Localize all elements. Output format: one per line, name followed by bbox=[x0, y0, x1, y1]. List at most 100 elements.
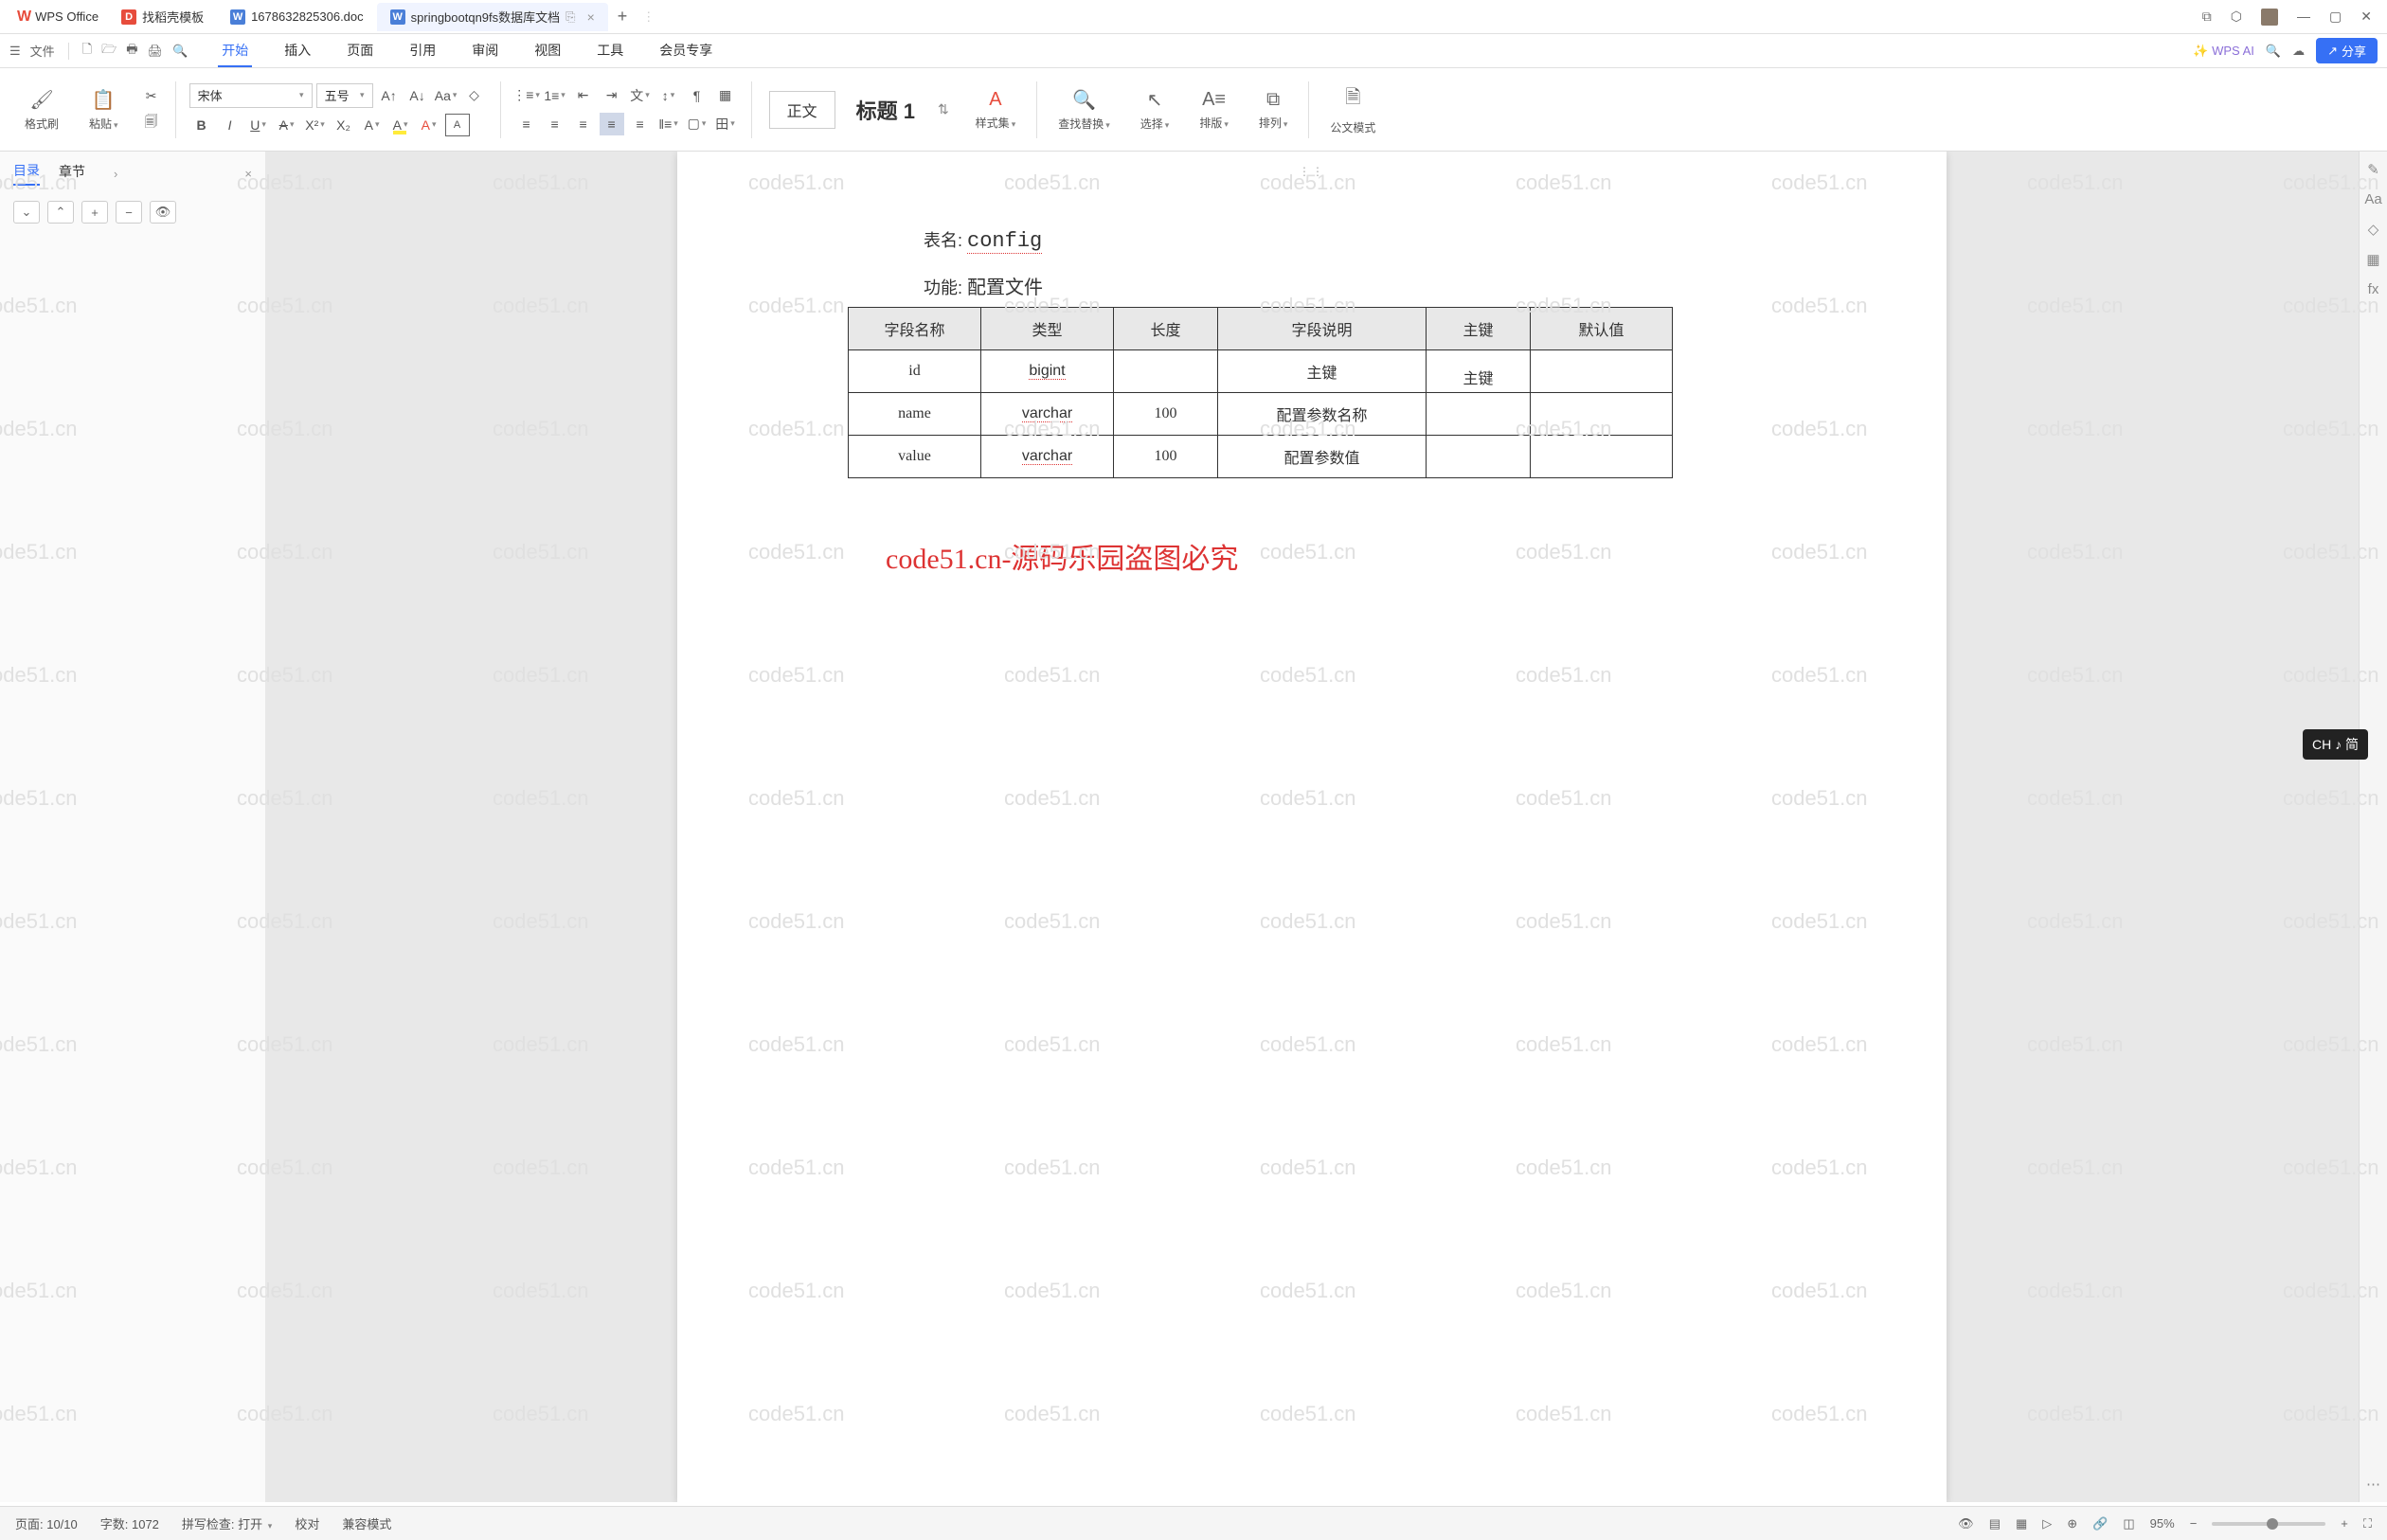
play-icon[interactable]: ▷ bbox=[2042, 1516, 2052, 1531]
minimize-button[interactable]: — bbox=[2297, 9, 2310, 26]
tab-reference[interactable]: 引用 bbox=[405, 35, 440, 67]
pencil-icon[interactable]: ✎ bbox=[2367, 161, 2379, 178]
proof-status[interactable]: 校对 bbox=[295, 1514, 319, 1532]
collapse-icon[interactable]: ⌄ bbox=[13, 201, 40, 224]
close-button[interactable]: ✕ bbox=[2360, 9, 2372, 26]
highlight-button[interactable]: A▾ bbox=[388, 114, 413, 136]
maximize-button[interactable]: ▢ bbox=[2329, 9, 2342, 26]
print-icon[interactable]: 🖨 bbox=[148, 44, 164, 59]
share-button[interactable]: ↗ 分享 bbox=[2316, 38, 2378, 63]
page-status[interactable]: 页面: 10/10 bbox=[15, 1514, 78, 1532]
align-distribute-button[interactable]: ≡ bbox=[628, 113, 653, 135]
style-heading1[interactable]: 标题 1 bbox=[845, 91, 926, 129]
link-icon[interactable]: 🔗 bbox=[2092, 1516, 2108, 1531]
drag-handle-icon[interactable]: ⋮⋮ bbox=[1299, 165, 1325, 178]
style-body[interactable]: 正文 bbox=[769, 91, 835, 129]
font-size-select[interactable]: 五号▾ bbox=[316, 83, 373, 108]
para-mark-button[interactable]: ¶ bbox=[685, 84, 709, 107]
tab-doc1[interactable]: W 1678632825306.doc bbox=[217, 3, 377, 31]
tab-vip[interactable]: 会员专享 bbox=[655, 35, 716, 67]
subscript-button[interactable]: X₂ bbox=[332, 114, 356, 136]
file-menu[interactable]: 文件 bbox=[30, 42, 55, 60]
fullscreen-icon[interactable]: ⛶ bbox=[2363, 1516, 2372, 1531]
tab-page[interactable]: 页面 bbox=[343, 35, 377, 67]
word-count[interactable]: 字数: 1072 bbox=[100, 1514, 159, 1532]
shrink-font-icon[interactable]: A↓ bbox=[405, 84, 430, 107]
new-icon[interactable]: 🗋 bbox=[82, 41, 92, 62]
zoom-slider[interactable] bbox=[2212, 1522, 2325, 1526]
reading-view-icon[interactable]: ▤ bbox=[1989, 1516, 2001, 1531]
font-name-select[interactable]: 宋体▾ bbox=[189, 83, 313, 108]
layout-button[interactable]: A≡排版▾ bbox=[1194, 85, 1234, 134]
add-icon[interactable]: + bbox=[81, 201, 108, 224]
tab-insert[interactable]: 插入 bbox=[280, 35, 314, 67]
tab-template[interactable]: D 找稻壳模板 bbox=[108, 3, 217, 31]
bold-button[interactable]: B bbox=[189, 114, 214, 136]
chevron-right-icon[interactable]: › bbox=[114, 167, 117, 181]
search-icon[interactable]: 🔍 bbox=[2266, 44, 2281, 59]
save-icon[interactable]: 🖶 bbox=[126, 41, 137, 62]
expand-icon[interactable]: ⌃ bbox=[47, 201, 74, 224]
arrange-button[interactable]: ⧉排列▾ bbox=[1253, 85, 1294, 134]
bullets-button[interactable]: ⋮≡▾ bbox=[514, 84, 539, 107]
open-icon[interactable]: 🗁 bbox=[101, 41, 117, 62]
borders-button[interactable]: 田▾ bbox=[713, 113, 738, 135]
decrease-indent-button[interactable]: ⇤ bbox=[571, 84, 596, 107]
wps-ai-button[interactable]: ✨ WPS AI bbox=[2193, 44, 2254, 59]
clear-format-icon[interactable]: ◇ bbox=[462, 84, 487, 107]
sort-button[interactable]: ↕▾ bbox=[656, 84, 681, 107]
change-case-icon[interactable]: Aa▾ bbox=[434, 84, 458, 107]
close-icon[interactable]: × bbox=[587, 9, 595, 25]
shading-button[interactable]: ▢▾ bbox=[685, 113, 709, 135]
numbering-button[interactable]: 1≡▾ bbox=[543, 84, 567, 107]
copy-icon[interactable]: 🗐 bbox=[139, 112, 164, 134]
template-icon[interactable]: ▦ bbox=[2366, 251, 2379, 268]
cube-icon[interactable]: ⬡ bbox=[2231, 9, 2242, 26]
select-button[interactable]: ↖选择▾ bbox=[1135, 84, 1176, 135]
text-color-button[interactable]: A▾ bbox=[417, 114, 441, 136]
remove-icon[interactable]: − bbox=[116, 201, 142, 224]
menu-icon[interactable]: ☰ bbox=[9, 44, 21, 59]
char-border-button[interactable]: A bbox=[445, 114, 470, 136]
search-icon[interactable]: 🔍 bbox=[172, 44, 188, 59]
new-tab-button[interactable]: + bbox=[608, 7, 637, 27]
underline-button[interactable]: U▾ bbox=[246, 114, 271, 136]
tab-start[interactable]: 开始 bbox=[218, 35, 252, 67]
align-right-button[interactable]: ≡ bbox=[571, 113, 596, 135]
strike-button[interactable]: A▾ bbox=[275, 114, 299, 136]
italic-button[interactable]: I bbox=[218, 114, 242, 136]
zoom-out-button[interactable]: − bbox=[2190, 1516, 2198, 1531]
fx-icon[interactable]: fx bbox=[2368, 281, 2379, 297]
tab-doc2-active[interactable]: W springbootqn9fs数据库文档 ⎘ × bbox=[377, 3, 608, 31]
eye-icon[interactable]: 👁 bbox=[150, 201, 176, 224]
align-center-button[interactable]: ≡ bbox=[543, 113, 567, 135]
cloud-icon[interactable]: ☁ bbox=[2292, 44, 2305, 59]
chapter-tab[interactable]: 章节 bbox=[59, 162, 85, 185]
avatar-icon[interactable] bbox=[2261, 9, 2278, 26]
web-view-icon[interactable]: ⊕ bbox=[2067, 1516, 2077, 1531]
grow-font-icon[interactable]: A↑ bbox=[377, 84, 402, 107]
close-icon[interactable]: × bbox=[244, 167, 252, 181]
tab-tools[interactable]: 工具 bbox=[593, 35, 627, 67]
outline-view-icon[interactable]: ◫ bbox=[2123, 1516, 2134, 1531]
align-justify-button[interactable]: ≡ bbox=[600, 113, 624, 135]
styles-button[interactable]: A样式集▾ bbox=[970, 85, 1022, 134]
more-icon[interactable]: ⋯ bbox=[2366, 1476, 2380, 1493]
cut-icon[interactable]: ✂ bbox=[139, 85, 164, 108]
find-replace-button[interactable]: 🔍查找替换▾ bbox=[1052, 84, 1116, 135]
font-color-button[interactable]: A▾ bbox=[360, 114, 385, 136]
columns-button[interactable]: ▦ bbox=[713, 84, 738, 107]
tab-review[interactable]: 审阅 bbox=[468, 35, 502, 67]
tab-view[interactable]: 视图 bbox=[530, 35, 565, 67]
format-brush-button[interactable]: 🖌格式刷 bbox=[19, 84, 64, 135]
text-direction-button[interactable]: 文▾ bbox=[628, 84, 653, 107]
eye-icon[interactable]: 👁 bbox=[1958, 1516, 1974, 1531]
superscript-button[interactable]: X²▾ bbox=[303, 114, 328, 136]
paste-button[interactable]: 📋粘贴▾ bbox=[83, 84, 124, 135]
increase-indent-button[interactable]: ⇥ bbox=[600, 84, 624, 107]
official-mode-button[interactable]: 🗎公文模式 bbox=[1324, 80, 1381, 139]
align-left-button[interactable]: ≡ bbox=[514, 113, 539, 135]
page-view-icon[interactable]: ▦ bbox=[2016, 1516, 2027, 1531]
zoom-in-button[interactable]: + bbox=[2341, 1516, 2348, 1531]
overlay-icon[interactable]: ⧉ bbox=[2202, 9, 2212, 26]
